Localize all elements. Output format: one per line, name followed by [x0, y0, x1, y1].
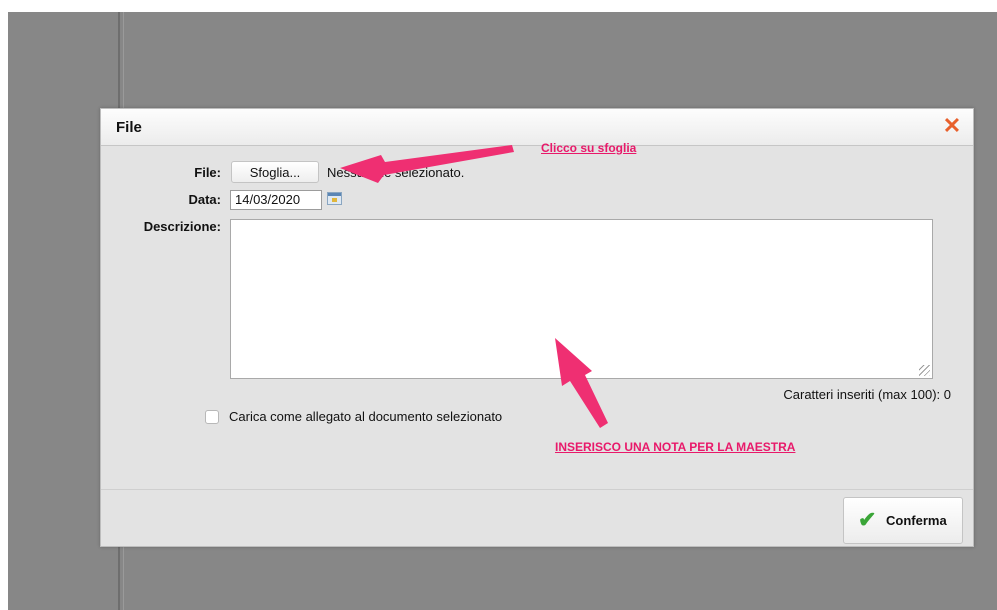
- annotation-arrows: [340, 145, 608, 428]
- annotation-arrow-browse: [340, 145, 514, 183]
- annotation-browse-note: Clicco su sfoglia: [541, 141, 637, 155]
- annotation-arrow-description: [555, 338, 608, 428]
- annotation-description-note: INSERISCO UNA NOTA PER LA MAESTRA: [555, 440, 796, 454]
